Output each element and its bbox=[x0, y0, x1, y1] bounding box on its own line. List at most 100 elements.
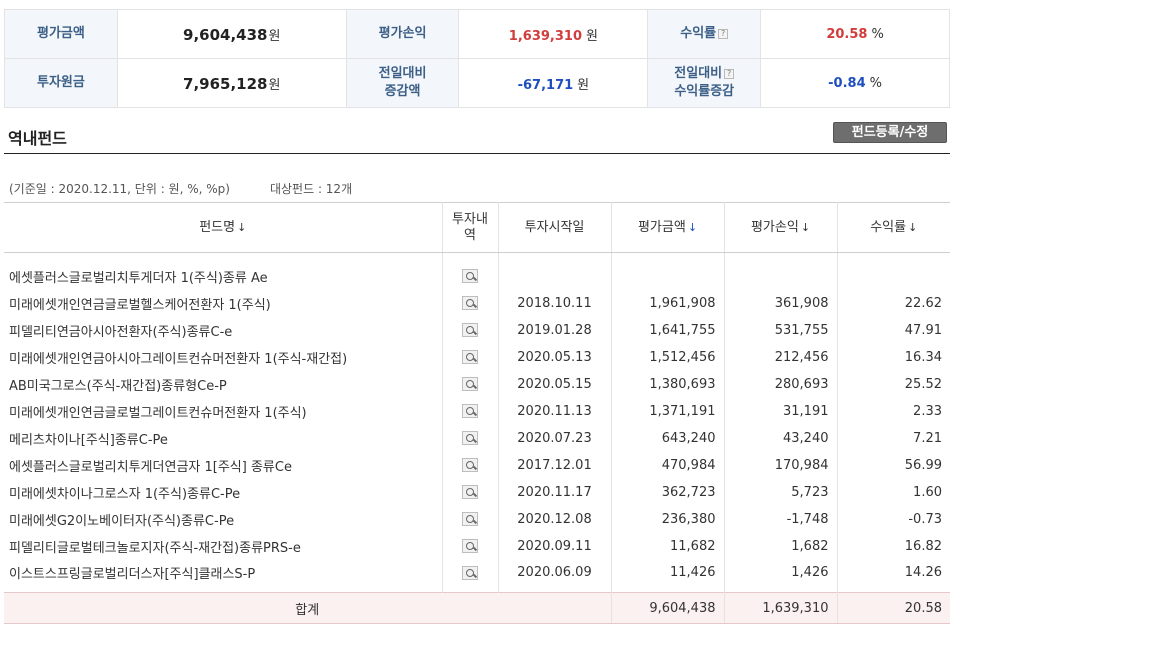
return-rate: 56.99 bbox=[904, 457, 942, 473]
start-date: 2020.05.15 bbox=[498, 370, 612, 398]
day-change-label-line2: 증감액 bbox=[384, 84, 421, 99]
fund-name[interactable]: AB미국그로스(주식-재간접)종류형Ce-P bbox=[4, 370, 443, 398]
start-date: 2020.11.13 bbox=[498, 397, 612, 425]
magnifier-icon[interactable] bbox=[462, 458, 478, 472]
eval-amount: 643,240 bbox=[611, 424, 725, 452]
pnl-amount: 361,908 bbox=[724, 289, 838, 317]
won-unit: 원 bbox=[268, 28, 281, 44]
return-label: 수익률 bbox=[680, 26, 717, 41]
fund-name[interactable]: 에셋플러스글로벌리치투게더연금자 1[주식] 종류Ce bbox=[4, 451, 443, 479]
table-row: 미래에셋차이나그로스자 1(주식)종류C-Pe 2020.11.17 362,7… bbox=[4, 478, 950, 506]
principal-label: 투자원금 bbox=[4, 58, 118, 108]
magnifier-icon[interactable] bbox=[462, 296, 478, 310]
help-icon[interactable]: ? bbox=[724, 69, 735, 79]
return-rate: 14.26 bbox=[904, 565, 942, 581]
fund-name[interactable]: 미래에셋차이나그로스자 1(주식)종류C-Pe bbox=[4, 478, 443, 506]
eval-amount: 11,682 bbox=[611, 532, 725, 560]
help-icon[interactable]: ? bbox=[718, 29, 729, 39]
fund-name[interactable]: 피델리티연금아시아전환자(주식)종류C-e bbox=[4, 316, 443, 344]
start-date: 2020.07.23 bbox=[498, 424, 612, 452]
sort-arrow-icon[interactable]: ↓ bbox=[908, 221, 917, 234]
return-rate: 1.60 bbox=[913, 484, 942, 500]
table-row: 이스트스프링글로벌리더스자[주식]클래스S-P 2020.06.09 11,42… bbox=[4, 559, 950, 593]
eval-amount-label: 평가금액 bbox=[4, 9, 118, 59]
fund-register-button[interactable]: 펀드등록/수정 bbox=[833, 122, 947, 143]
return-change-value: -0.84 bbox=[828, 75, 866, 91]
section-title: 역내펀드 bbox=[8, 129, 67, 148]
magnifier-icon[interactable] bbox=[462, 404, 478, 418]
table-row: 미래에셋개인연금글로벌그레이트컨슈머전환자 1(주식) 2020.11.13 1… bbox=[4, 397, 950, 425]
magnifier-icon[interactable] bbox=[462, 431, 478, 445]
fund-name[interactable]: 이스트스프링글로벌리더스자[주식]클래스S-P bbox=[4, 559, 443, 593]
start-date: 2020.12.08 bbox=[498, 505, 612, 533]
eval-amount: 11,426 bbox=[611, 559, 725, 593]
won-unit: 원 bbox=[586, 28, 598, 44]
magnifier-icon[interactable] bbox=[462, 565, 478, 580]
fund-name[interactable]: 메리츠차이나[주식]종류C-Pe bbox=[4, 424, 443, 452]
start-date: 2017.12.01 bbox=[498, 451, 612, 479]
pnl-amount: 1,682 bbox=[724, 532, 838, 560]
header-detail: 투자내 역 bbox=[442, 202, 499, 253]
header-pnl[interactable]: 평가손익 ↓ bbox=[724, 202, 838, 253]
header-eval-amount[interactable]: 평가금액 ↓ bbox=[611, 202, 725, 253]
pnl-label: 평가손익 bbox=[345, 9, 460, 59]
sort-arrow-icon[interactable]: ↓ bbox=[237, 221, 246, 234]
fund-name[interactable]: 미래에셋개인연금글로벌헬스케어전환자 1(주식) bbox=[4, 289, 443, 317]
return-cell: 20.58% bbox=[760, 9, 950, 59]
header-fund-name-label: 펀드명 bbox=[199, 219, 236, 235]
return-rate: 7.21 bbox=[913, 430, 942, 446]
start-date: 2018.10.11 bbox=[498, 289, 612, 317]
magnifier-icon[interactable] bbox=[462, 539, 478, 553]
start-date bbox=[498, 252, 612, 290]
fund-name[interactable]: 미래에셋개인연금아시아그레이트컨슈머전환자 1(주식-재간접) bbox=[4, 343, 443, 371]
return-rate: 16.82 bbox=[904, 538, 942, 554]
start-date: 2020.09.11 bbox=[498, 532, 612, 560]
eval-amount: 1,641,755 bbox=[611, 316, 725, 344]
table-row: 피델리티글로벌테크놀로지자(주식-재간접)종류PRS-e 2020.09.11 … bbox=[4, 532, 950, 560]
section-divider bbox=[4, 153, 950, 154]
total-return: 20.58 bbox=[837, 592, 950, 624]
principal-value: 7,965,128 bbox=[183, 74, 268, 93]
pnl-amount: -1,748 bbox=[724, 505, 838, 533]
fund-name[interactable]: 미래에셋G2이노베이터자(주식)종류C-Pe bbox=[4, 505, 443, 533]
header-fund-name[interactable]: 펀드명 ↓ bbox=[4, 202, 443, 253]
eval-amount: 1,380,693 bbox=[611, 370, 725, 398]
eval-amount-value: 9,604,438 bbox=[183, 25, 268, 44]
won-unit: 원 bbox=[268, 77, 281, 93]
return-rate: 16.34 bbox=[904, 349, 942, 365]
table-row: AB미국그로스(주식-재간접)종류형Ce-P 2020.05.15 1,380,… bbox=[4, 370, 950, 398]
return-label-cell: 수익률? bbox=[647, 9, 762, 59]
sort-arrow-icon[interactable]: ↓ bbox=[688, 221, 697, 234]
eval-amount-cell: 9,604,438원 bbox=[116, 9, 347, 59]
table-header-row: 펀드명 ↓ 투자내 역 투자시작일 평가금액 ↓ 평가손익 ↓ 수익률 ↓ bbox=[4, 202, 950, 253]
start-date: 2020.06.09 bbox=[498, 559, 612, 593]
magnifier-icon[interactable] bbox=[462, 323, 478, 337]
table-row: 미래에셋G2이노베이터자(주식)종류C-Pe 2020.12.08 236,38… bbox=[4, 505, 950, 533]
fund-name[interactable]: 피델리티글로벌테크놀로지자(주식-재간접)종류PRS-e bbox=[4, 532, 443, 560]
magnifier-icon[interactable] bbox=[462, 269, 478, 284]
pnl-amount: 1,426 bbox=[724, 559, 838, 593]
total-eval-amount: 9,604,438 bbox=[611, 592, 725, 624]
sort-arrow-icon[interactable]: ↓ bbox=[801, 221, 810, 234]
fund-name[interactable]: 미래에셋개인연금글로벌그레이트컨슈머전환자 1(주식) bbox=[4, 397, 443, 425]
won-unit: 원 bbox=[577, 77, 590, 93]
header-pnl-label: 평가손익 bbox=[750, 219, 799, 235]
start-date: 2019.01.28 bbox=[498, 316, 612, 344]
start-date: 2020.11.17 bbox=[498, 478, 612, 506]
total-label: 합계 bbox=[4, 592, 612, 624]
return-rate: 2.33 bbox=[913, 403, 942, 419]
return-rate: 47.91 bbox=[904, 322, 942, 338]
header-return[interactable]: 수익률 ↓ bbox=[837, 202, 950, 253]
return-value: 20.58 bbox=[826, 26, 868, 42]
total-row: 합계 9,604,438 1,639,310 20.58 bbox=[4, 592, 950, 624]
magnifier-icon[interactable] bbox=[462, 350, 478, 364]
magnifier-icon[interactable] bbox=[462, 377, 478, 391]
fund-name[interactable]: 에셋플러스글로벌리치투게더자 1(주식)종류 Ae bbox=[4, 252, 443, 290]
day-change-value: -67,171 bbox=[517, 77, 574, 93]
magnifier-icon[interactable] bbox=[462, 485, 478, 499]
table-row: 미래에셋개인연금아시아그레이트컨슈머전환자 1(주식-재간접) 2020.05.… bbox=[4, 343, 950, 371]
header-detail-line2: 역 bbox=[464, 227, 476, 243]
fund-table: 펀드명 ↓ 투자내 역 투자시작일 평가금액 ↓ 평가손익 ↓ 수익률 ↓ 에셋플러스글로… bbox=[4, 202, 950, 624]
magnifier-icon[interactable] bbox=[462, 512, 478, 526]
pnl-value: 1,639,310 bbox=[508, 28, 582, 44]
